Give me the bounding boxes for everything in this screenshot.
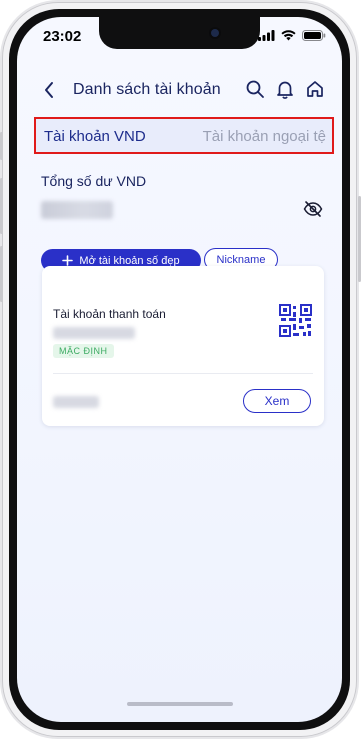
open-account-label: Mở tài khoản số đẹp	[79, 254, 180, 267]
notch	[99, 17, 260, 49]
signal-icon	[258, 30, 275, 41]
plus-icon	[62, 255, 74, 266]
app-screen: 23:02 Danh sách tài khoản Tài khoản VND …	[17, 17, 342, 722]
hidden-account-number	[53, 327, 135, 339]
account-card-title: Tài khoản thanh toán	[53, 307, 166, 321]
back-arrow-icon[interactable]	[43, 81, 55, 99]
bell-icon[interactable]	[275, 79, 295, 99]
tab-vnd-account[interactable]: Tài khoản VND	[44, 128, 146, 145]
view-account-button[interactable]: Xem	[243, 389, 311, 413]
hidden-balance	[41, 201, 113, 219]
wifi-icon	[281, 30, 296, 41]
app-header: Danh sách tài khoản	[17, 73, 342, 109]
hidden-account-balance	[53, 396, 99, 408]
page-title: Danh sách tài khoản	[73, 81, 221, 98]
side-button	[0, 132, 3, 160]
battery-icon	[302, 30, 326, 41]
card-divider	[53, 373, 313, 374]
account-type-tabs: Tài khoản VND Tài khoản ngoại tệ	[34, 117, 334, 154]
default-badge: MẶC ĐỊNH	[53, 344, 114, 358]
search-icon[interactable]	[245, 79, 265, 99]
home-indicator[interactable]	[127, 702, 233, 706]
home-icon[interactable]	[305, 79, 325, 99]
eye-off-icon[interactable]	[303, 200, 323, 218]
tab-foreign-currency-account[interactable]: Tài khoản ngoại tệ	[203, 128, 326, 145]
side-button	[0, 246, 3, 302]
camera-icon	[211, 29, 219, 37]
status-time: 23:02	[43, 28, 82, 45]
side-button	[0, 178, 3, 234]
total-balance-label: Tổng số dư VND	[41, 173, 147, 189]
qr-code-icon[interactable]	[279, 304, 313, 338]
status-icons	[258, 30, 326, 41]
account-card[interactable]: Tài khoản thanh toán MẶC ĐỊNH Xem	[42, 266, 324, 426]
